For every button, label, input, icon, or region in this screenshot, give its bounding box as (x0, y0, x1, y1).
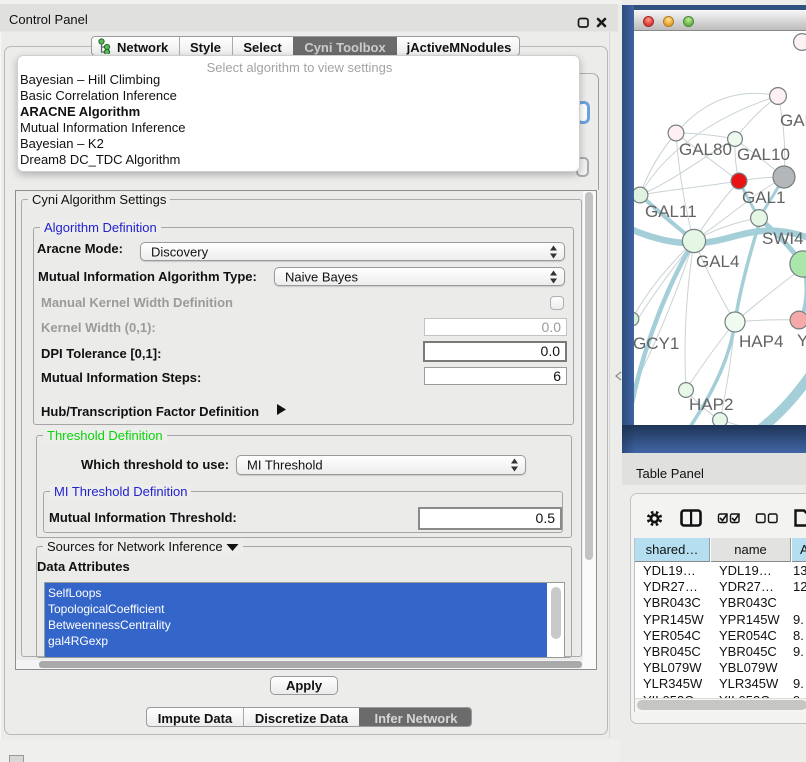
svg-text:GCY1: GCY1 (634, 334, 679, 353)
svg-text:GAL1: GAL1 (742, 188, 785, 207)
svg-text:GAL11: GAL11 (645, 202, 697, 221)
svg-text:GAL7: GAL7 (780, 111, 806, 130)
svg-text:SWI4: SWI4 (762, 229, 804, 248)
svg-text:GAL10: GAL10 (737, 145, 790, 164)
svg-text:HAP4: HAP4 (739, 332, 783, 351)
svg-text:GAL80: GAL80 (679, 140, 732, 159)
svg-text:GAL4: GAL4 (696, 252, 739, 271)
svg-text:Y: Y (797, 331, 806, 350)
svg-text:HAP2: HAP2 (689, 395, 733, 414)
